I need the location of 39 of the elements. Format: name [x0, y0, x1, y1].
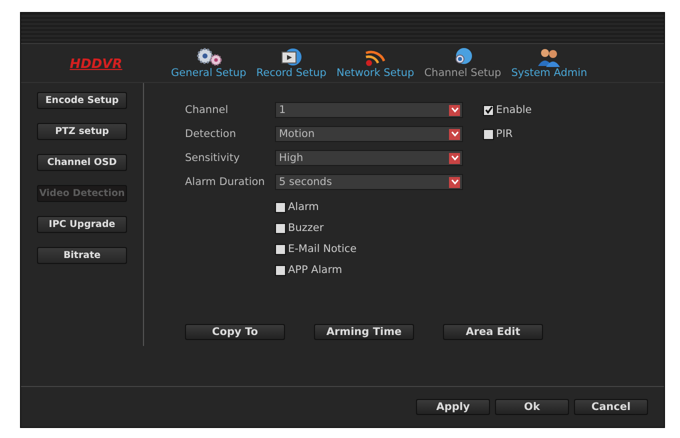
monitor-icon	[280, 47, 302, 67]
checkbox[interactable]: Enable	[483, 104, 539, 116]
caret-icon	[449, 176, 460, 188]
nav-tab[interactable]: System Admin	[511, 47, 588, 82]
field-label: Sensitivity	[185, 152, 241, 164]
sidebar-button[interactable]: Bitrate	[37, 247, 127, 264]
field-label: Alarm Duration	[185, 176, 266, 188]
dropdown[interactable]: 5 seconds	[275, 174, 463, 190]
footer-button[interactable]: Cancel	[574, 399, 648, 415]
checkbox[interactable]: E-Mail Notice	[275, 243, 664, 255]
action-button[interactable]: Area Edit	[443, 324, 543, 340]
action-button[interactable]: Copy To	[185, 324, 285, 340]
checkbox[interactable]: APP Alarm	[275, 264, 664, 276]
users-icon	[537, 47, 562, 67]
checkbox[interactable]: PIR	[483, 128, 539, 140]
nav-tab[interactable]: General Setup	[171, 47, 246, 82]
caret-icon	[449, 128, 460, 140]
dropdown[interactable]: 1	[275, 102, 463, 118]
field-label: Channel	[185, 104, 230, 116]
check-icon	[484, 106, 492, 114]
footer-button[interactable]: Ok	[495, 399, 569, 415]
dropdown[interactable]: High	[275, 150, 463, 166]
nav-tab[interactable]: Channel Setup	[424, 47, 502, 82]
nav-tab[interactable]: Network Setup	[336, 47, 414, 82]
nav-tab[interactable]: Record Setup	[256, 47, 326, 82]
sidebar-button[interactable]: IPC Upgrade	[37, 216, 127, 233]
logo: HDDVR	[68, 57, 124, 72]
field-label: Detection	[185, 128, 238, 140]
caret-icon	[449, 104, 460, 116]
sidebar-button[interactable]: Channel OSD	[37, 154, 127, 171]
gears-icon	[196, 47, 222, 67]
sidebar-button[interactable]: Encode Setup	[37, 92, 127, 109]
footer-button[interactable]: Apply	[416, 399, 490, 415]
action-button[interactable]: Arming Time	[314, 324, 414, 340]
checkbox[interactable]: Buzzer	[275, 222, 664, 234]
dropdown[interactable]: Motion	[275, 126, 463, 142]
checkbox[interactable]: Alarm	[275, 201, 664, 213]
sidebar-button[interactable]: PTZ setup	[37, 123, 127, 140]
caret-icon	[449, 152, 460, 164]
